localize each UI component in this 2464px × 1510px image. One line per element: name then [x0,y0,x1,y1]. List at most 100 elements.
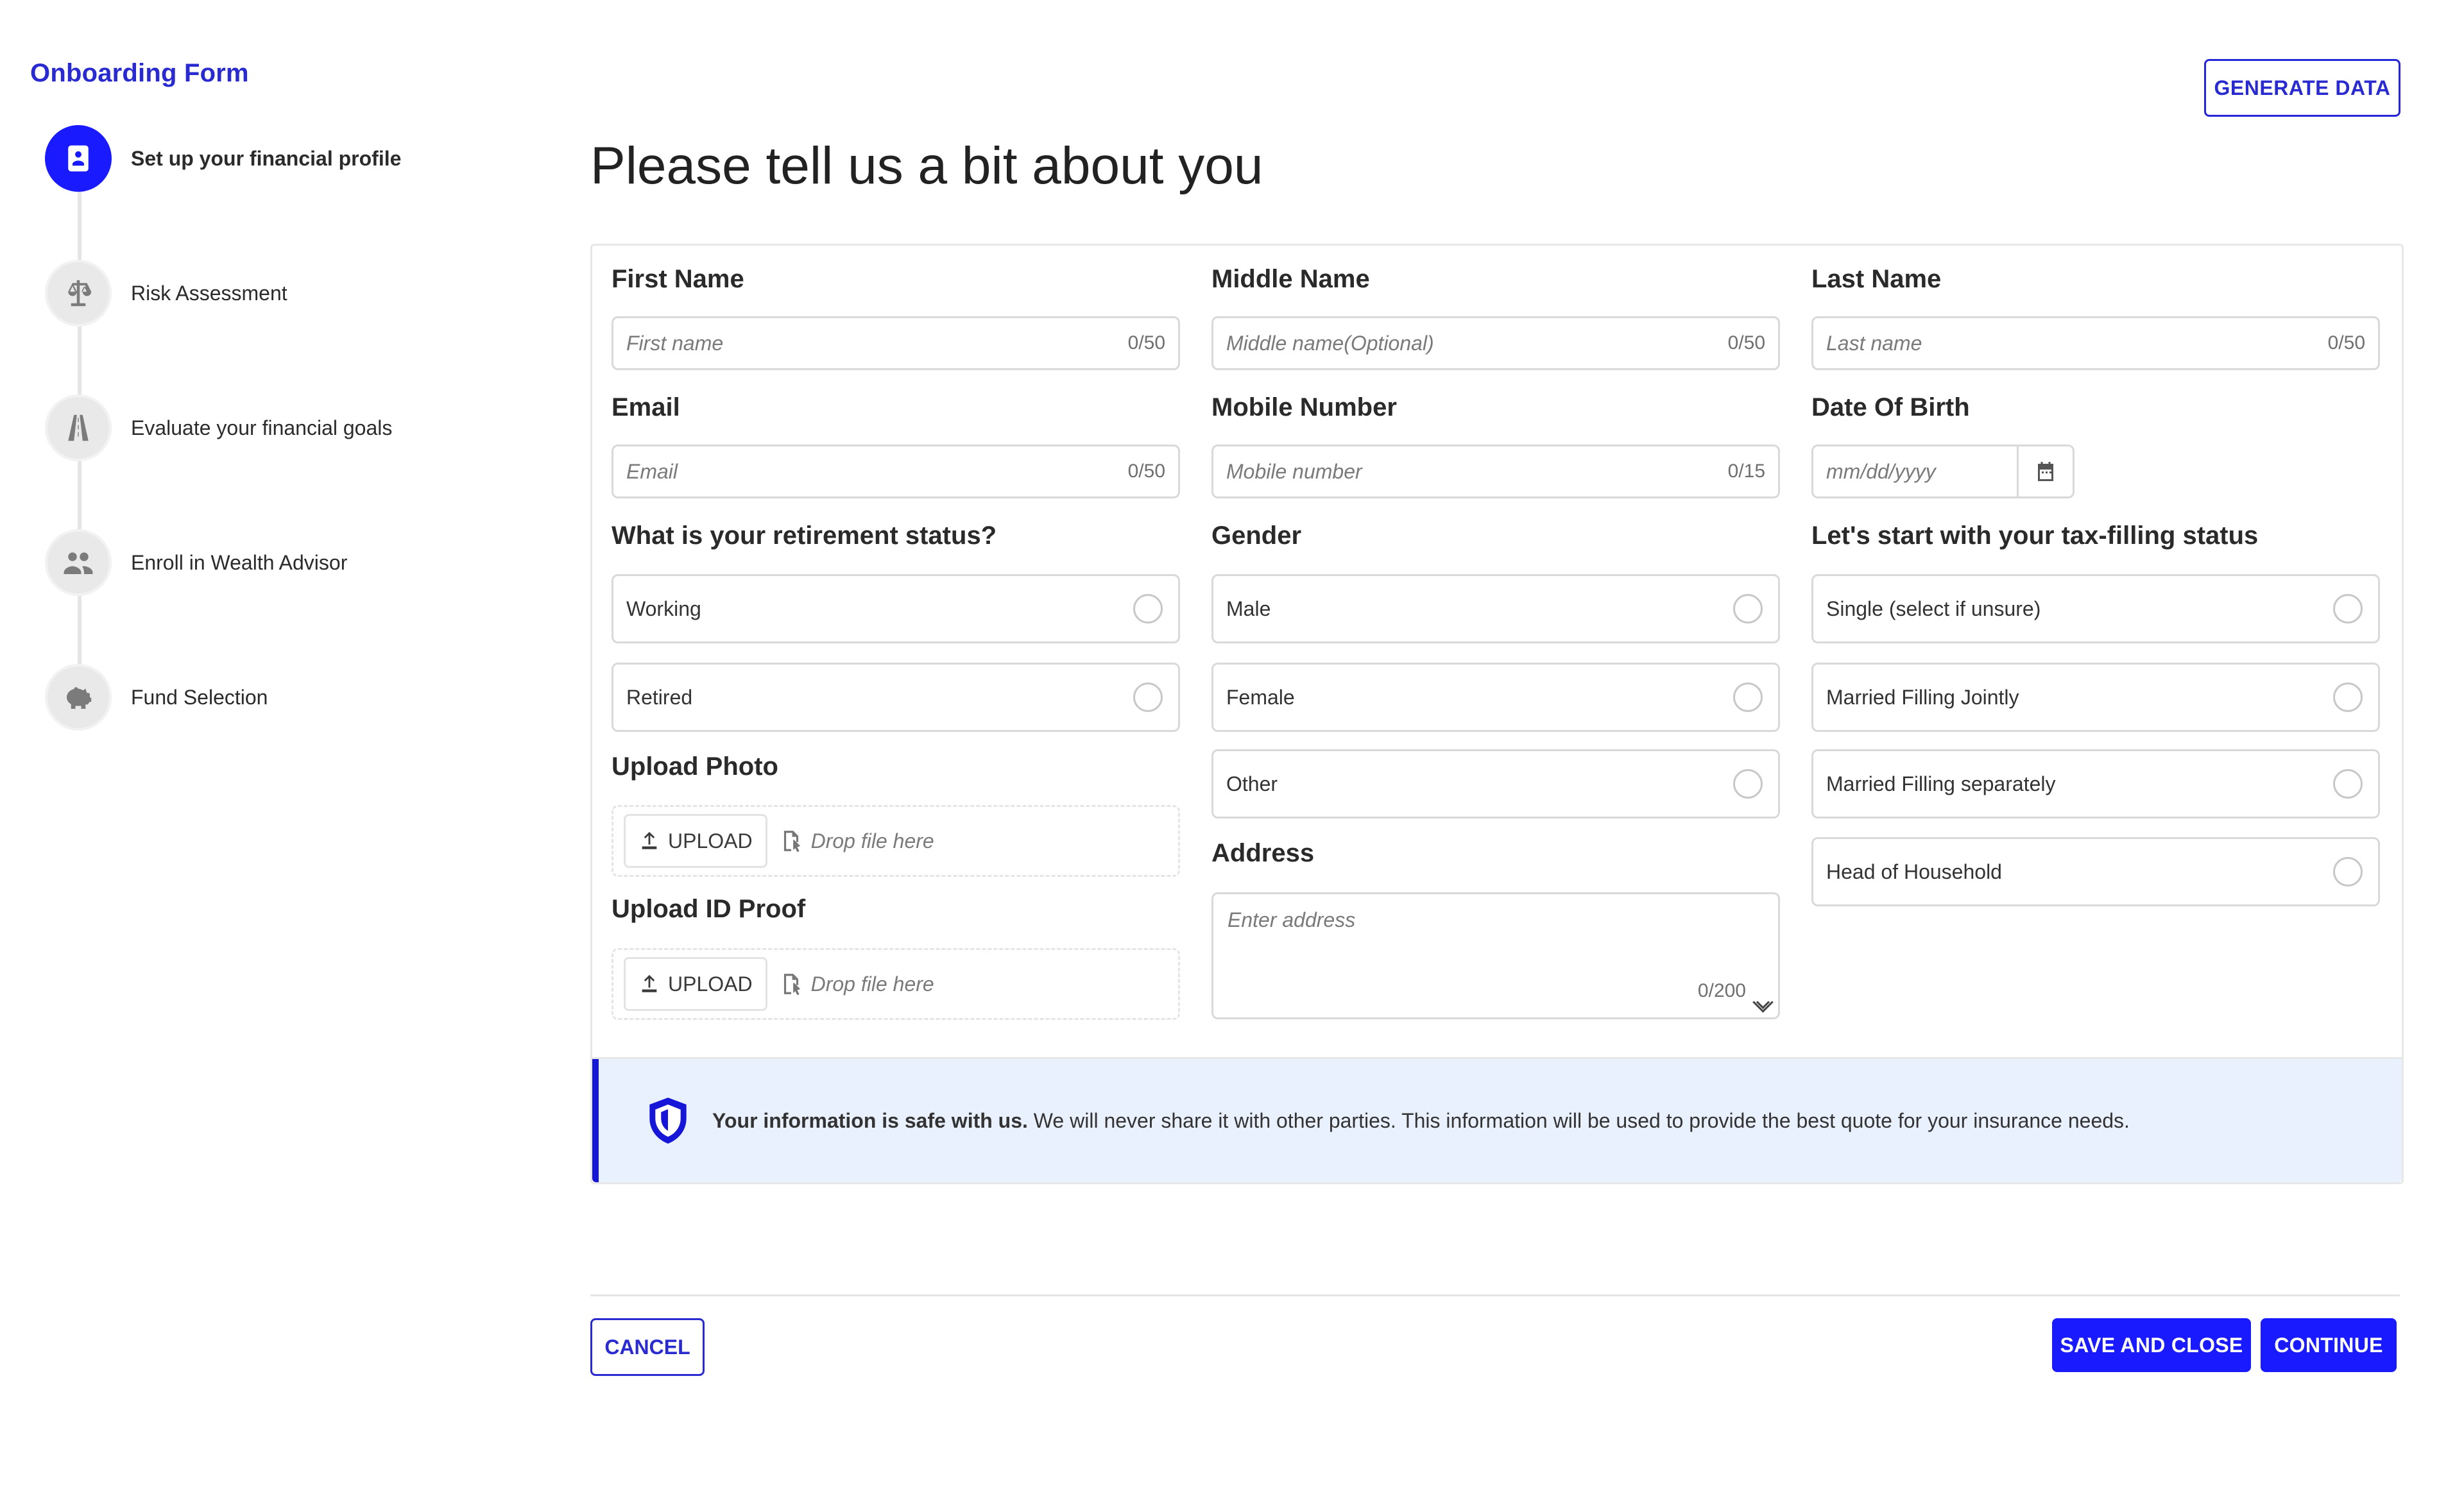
road-icon [45,394,112,461]
radio-label: Other [1226,772,1278,795]
upload-photo-label: Upload Photo [612,752,778,781]
step-financial-profile[interactable]: Set up your financial profile [45,125,401,192]
gender-option-female[interactable]: Female [1211,663,1780,732]
drop-hint-text: Drop file here [810,829,934,853]
email-input[interactable]: Email 0/50 [612,445,1180,498]
dob-picker: mm/dd/yyyy [1811,445,2075,498]
dob-input[interactable]: mm/dd/yyyy [1811,445,2017,498]
radio-circle[interactable] [1733,683,1763,712]
mobile-placeholder: Mobile number [1226,459,1362,483]
address-label: Address [1211,839,1315,867]
upload-photo-button[interactable]: UPLOAD [624,814,767,868]
radio-label: Married Filling Jointly [1826,685,2019,709]
mobile-input[interactable]: Mobile number 0/15 [1211,445,1780,498]
radio-circle[interactable] [1733,769,1763,799]
gender-option-male[interactable]: Male [1211,574,1780,643]
middle-name-counter: 0/50 [1727,332,1765,353]
email-counter: 0/50 [1127,461,1165,482]
last-name-input[interactable]: Last name 0/50 [1811,316,2380,370]
form-card: First Name First name 0/50 Email Email 0… [590,244,2404,1184]
resize-handle-icon[interactable] [1752,992,1770,1010]
mobile-counter: 0/15 [1727,461,1765,482]
last-name-placeholder: Last name [1826,331,1922,355]
save-and-close-button[interactable]: SAVE AND CLOSE [2052,1318,2251,1372]
radio-label: Working [626,597,701,620]
calendar-icon [2038,462,2053,481]
info-banner: Your information is safe with us. We wil… [592,1057,2402,1182]
tax-option-head-of-household[interactable]: Head of Household [1811,837,2380,906]
gender-option-other[interactable]: Other [1211,749,1780,819]
continue-button[interactable]: CONTINUE [2261,1318,2397,1372]
step-risk-assessment[interactable]: Risk Assessment [45,260,287,327]
last-name-label: Last Name [1811,265,1942,293]
radio-circle[interactable] [1133,594,1163,624]
radio-label: Retired [626,685,693,709]
shield-icon [640,1093,696,1148]
radio-circle[interactable] [2333,857,2363,886]
mobile-label: Mobile Number [1211,393,1397,421]
retirement-option-working[interactable]: Working [612,574,1180,643]
address-counter: 0/200 [1697,980,1746,1001]
middle-name-input[interactable]: Middle name(Optional) 0/50 [1211,316,1780,370]
radio-label: Female [1226,685,1295,709]
radio-circle[interactable] [2333,683,2363,712]
footer-divider [590,1294,2400,1296]
calendar-button[interactable] [2017,445,2075,498]
upload-id-dropzone[interactable]: UPLOAD Drop file here [612,948,1180,1020]
radio-label: Married Filling separately [1826,772,2056,795]
step-label: Risk Assessment [131,281,287,305]
first-name-counter: 0/50 [1127,332,1165,353]
radio-circle[interactable] [2333,769,2363,799]
step-label: Enroll in Wealth Advisor [131,550,348,574]
tax-status-label: Let's start with your tax-filling status [1811,522,2259,550]
drop-hint: Drop file here [779,829,934,853]
radio-circle[interactable] [1733,594,1763,624]
step-label: Fund Selection [131,685,268,709]
retirement-option-retired[interactable]: Retired [612,663,1180,732]
gender-label: Gender [1211,522,1302,550]
generate-data-button[interactable]: GENERATE DATA [2204,59,2400,117]
upload-icon [642,831,657,849]
tax-option-married-separately[interactable]: Married Filling separately [1811,749,2380,819]
step-financial-goals[interactable]: Evaluate your financial goals [45,394,392,461]
middle-name-placeholder: Middle name(Optional) [1226,331,1434,355]
first-name-label: First Name [612,265,744,293]
step-label: Set up your financial profile [131,146,402,170]
upload-photo-dropzone[interactable]: UPLOAD Drop file here [612,805,1180,877]
email-placeholder: Email [626,459,678,483]
upload-photo-button-label: UPLOAD [668,829,753,853]
radio-circle[interactable] [1133,683,1163,712]
upload-id-label: Upload ID Proof [612,895,806,923]
piggy-bank-icon [45,664,112,731]
email-label: Email [612,393,680,421]
drop-hint: Drop file here [779,972,934,996]
file-drop-icon [783,974,800,996]
info-body-text: We will never share it with other partie… [1027,1108,2130,1132]
upload-icon [642,974,657,992]
step-label: Evaluate your financial goals [131,416,393,439]
dob-label: Date Of Birth [1811,393,1970,421]
profile-icon [45,125,112,192]
first-name-input[interactable]: First name 0/50 [612,316,1180,370]
address-placeholder: Enter address [1228,908,1356,931]
retirement-label: What is your retirement status? [612,522,997,550]
radio-label: Single (select if unsure) [1826,597,2041,620]
upload-id-button-label: UPLOAD [668,972,753,996]
cancel-button[interactable]: CANCEL [590,1318,705,1376]
info-bold-text: Your information is safe with us. [712,1108,1028,1132]
page-title: Please tell us a bit about you [590,137,1263,195]
address-textarea[interactable]: Enter address 0/200 [1211,892,1780,1019]
tax-option-single[interactable]: Single (select if unsure) [1811,574,2380,643]
step-wealth-advisor[interactable]: Enroll in Wealth Advisor [45,529,347,596]
stepper: Set up your financial profile Risk Asses… [0,0,513,770]
info-text: Your information is safe with us. We wil… [712,1109,2130,1133]
file-drop-icon [783,831,800,853]
step-fund-selection[interactable]: Fund Selection [45,664,268,731]
middle-name-label: Middle Name [1211,265,1370,293]
drop-hint-text: Drop file here [810,972,934,996]
tax-option-married-jointly[interactable]: Married Filling Jointly [1811,663,2380,732]
people-icon [45,529,112,596]
radio-label: Male [1226,597,1271,620]
upload-id-button[interactable]: UPLOAD [624,957,767,1011]
radio-circle[interactable] [2333,594,2363,624]
